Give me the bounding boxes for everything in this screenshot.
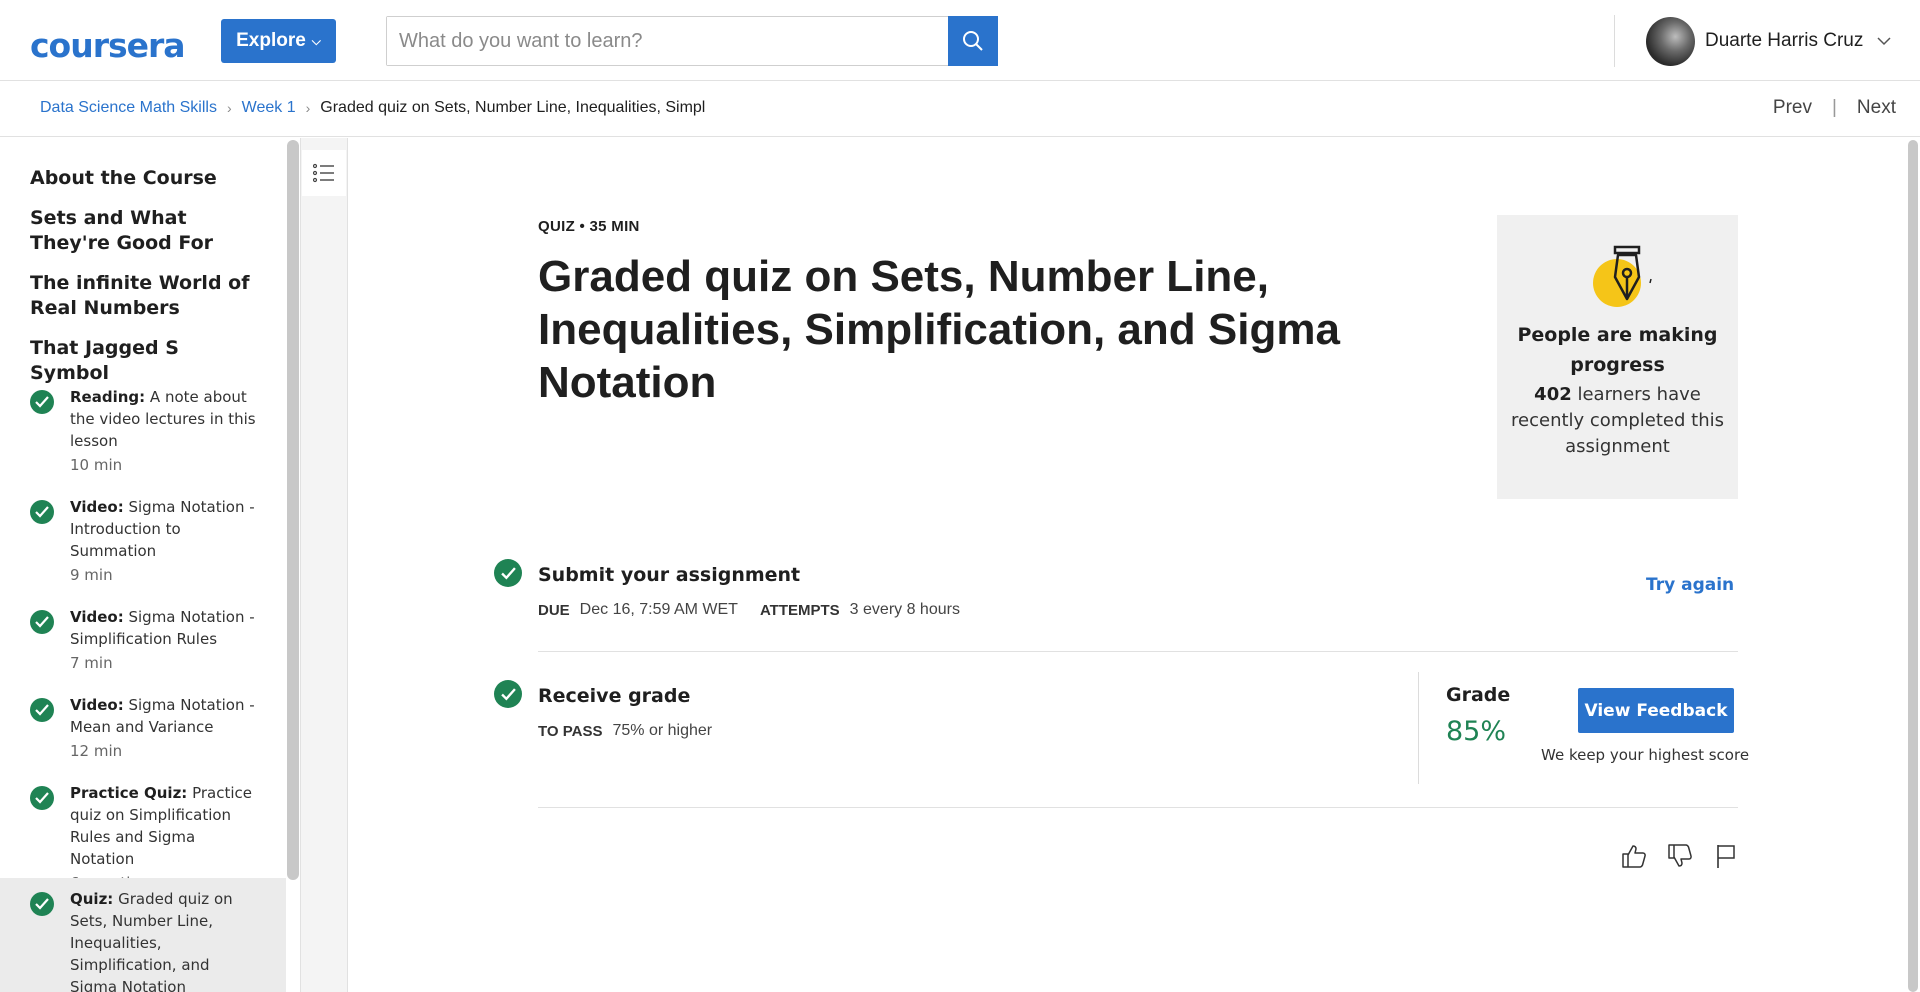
- breadcrumb-course[interactable]: Data Science Math Skills: [40, 99, 217, 117]
- submit-title: Submit your assignment: [538, 564, 801, 586]
- sidebar-item-text: Reading: A note about the video lectures…: [70, 388, 256, 474]
- attempts-value: 3 every 8 hours: [849, 601, 960, 618]
- user-name: Duarte Harris Cruz: [1705, 30, 1864, 51]
- next-button[interactable]: Next: [1857, 97, 1896, 119]
- chevron-right-icon: ›: [226, 100, 232, 116]
- feedback-actions: [1620, 842, 1740, 870]
- grade-divider: [1418, 672, 1419, 784]
- divider: [538, 651, 1738, 652]
- flag-icon[interactable]: [1712, 842, 1740, 870]
- check-icon: [30, 500, 54, 524]
- check-icon: [494, 680, 522, 708]
- sidebar-section-real-numbers[interactable]: The infinite World of Real Numbers: [30, 271, 260, 321]
- list-icon: [313, 163, 334, 183]
- top-header: coursera Explore ⌵ Duarte Harris Cruz: [0, 0, 1920, 81]
- page-title: Graded quiz on Sets, Number Line, Inequa…: [538, 252, 1340, 407]
- thumbs-up-icon[interactable]: [1620, 842, 1648, 870]
- grade-step-title: Receive grade: [538, 685, 691, 707]
- due-label: DUE: [538, 601, 570, 619]
- sidebar-item-text: Quiz: Graded quiz on Sets, Number Line, …: [70, 890, 233, 992]
- chevron-down-icon: [1877, 37, 1891, 46]
- grade-label: Grade: [1446, 684, 1511, 706]
- coursera-logo[interactable]: coursera: [30, 26, 186, 65]
- view-feedback-button[interactable]: View Feedback: [1578, 688, 1734, 733]
- main-scrollbar[interactable]: [1908, 140, 1918, 992]
- user-menu[interactable]: Duarte Harris Cruz: [1646, 16, 1891, 66]
- sidebar-item-video-mean[interactable]: Video: Sigma Notation - Mean and Varianc…: [0, 684, 286, 772]
- search-input[interactable]: [387, 17, 948, 65]
- check-icon: [494, 559, 522, 587]
- highest-score-note: We keep your highest score: [1541, 746, 1750, 764]
- chevron-right-icon: ›: [305, 100, 311, 116]
- pass-label: TO PASS: [538, 722, 603, 740]
- grade-value: 85%: [1446, 716, 1507, 747]
- nav-separator: |: [1831, 97, 1837, 118]
- breadcrumb-week[interactable]: Week 1: [242, 99, 296, 117]
- pen-icon: [1587, 243, 1657, 313]
- search-icon: [963, 31, 983, 51]
- sidebar-item-practice-quiz[interactable]: Practice Quiz: Practice quiz on Simplifi…: [0, 772, 286, 892]
- search-bar: [386, 16, 998, 66]
- pass-value: 75% or higher: [612, 722, 713, 739]
- quiz-meta: QUIZ • 35 MIN: [538, 218, 640, 235]
- sidebar-item-text: Video: Sigma Notation - Introduction to …: [70, 498, 255, 584]
- avatar: [1646, 16, 1695, 66]
- sidebar-section-about[interactable]: About the Course: [30, 166, 260, 191]
- sidebar-item-video-rules[interactable]: Video: Sigma Notation - Simplification R…: [0, 596, 286, 684]
- sidebar-item-reading[interactable]: Reading: A note about the video lectures…: [0, 376, 286, 486]
- sidebar-item-video-intro[interactable]: Video: Sigma Notation - Introduction to …: [0, 486, 286, 596]
- outline-toggle-button[interactable]: [302, 150, 346, 196]
- check-icon: [30, 610, 54, 634]
- attempts-label: ATTEMPTS: [759, 601, 840, 619]
- learner-count: 402: [1534, 384, 1572, 405]
- progress-card: People are making progress 402 learners …: [1497, 215, 1738, 499]
- sidebar-section-sets[interactable]: Sets and What They're Good For: [30, 206, 260, 256]
- prev-button[interactable]: Prev: [1773, 97, 1812, 119]
- explore-label: Explore: [236, 30, 306, 51]
- divider: [538, 807, 1738, 808]
- check-icon: [30, 786, 54, 810]
- chevron-down-icon: ⌵: [311, 33, 321, 48]
- check-icon: [30, 892, 54, 916]
- outline-gutter: [300, 138, 348, 992]
- progress-text: 402 learners have recently completed thi…: [1507, 382, 1728, 460]
- check-icon: [30, 698, 54, 722]
- sidebar-item-text: Video: Sigma Notation - Mean and Varianc…: [70, 696, 255, 760]
- course-sidebar: About the Course Sets and What They're G…: [0, 138, 286, 992]
- try-again-link[interactable]: Try again: [1646, 575, 1734, 595]
- sidebar-item-text: Video: Sigma Notation - Simplification R…: [70, 608, 255, 672]
- breadcrumb: Data Science Math Skills › Week 1 › Grad…: [40, 99, 705, 117]
- submit-info: DUE Dec 16, 7:59 AM WET ATTEMPTS 3 every…: [538, 601, 960, 619]
- due-value: Dec 16, 7:59 AM WET: [579, 601, 738, 618]
- check-icon: [30, 390, 54, 414]
- breadcrumb-bar: Data Science Math Skills › Week 1 › Grad…: [0, 81, 1920, 137]
- sidebar-scrollbar[interactable]: [287, 140, 299, 880]
- pass-info: TO PASS 75% or higher: [538, 722, 712, 740]
- sidebar-item-graded-quiz[interactable]: Quiz: Graded quiz on Sets, Number Line, …: [0, 878, 286, 992]
- thumbs-down-icon[interactable]: [1666, 842, 1694, 870]
- explore-button[interactable]: Explore ⌵: [221, 19, 336, 63]
- header-divider: [1614, 15, 1615, 67]
- progress-heading: People are making progress: [1517, 324, 1718, 376]
- prev-next-nav: Prev | Next: [1773, 97, 1896, 119]
- breadcrumb-current: Graded quiz on Sets, Number Line, Inequa…: [320, 99, 706, 116]
- search-button[interactable]: [948, 16, 998, 66]
